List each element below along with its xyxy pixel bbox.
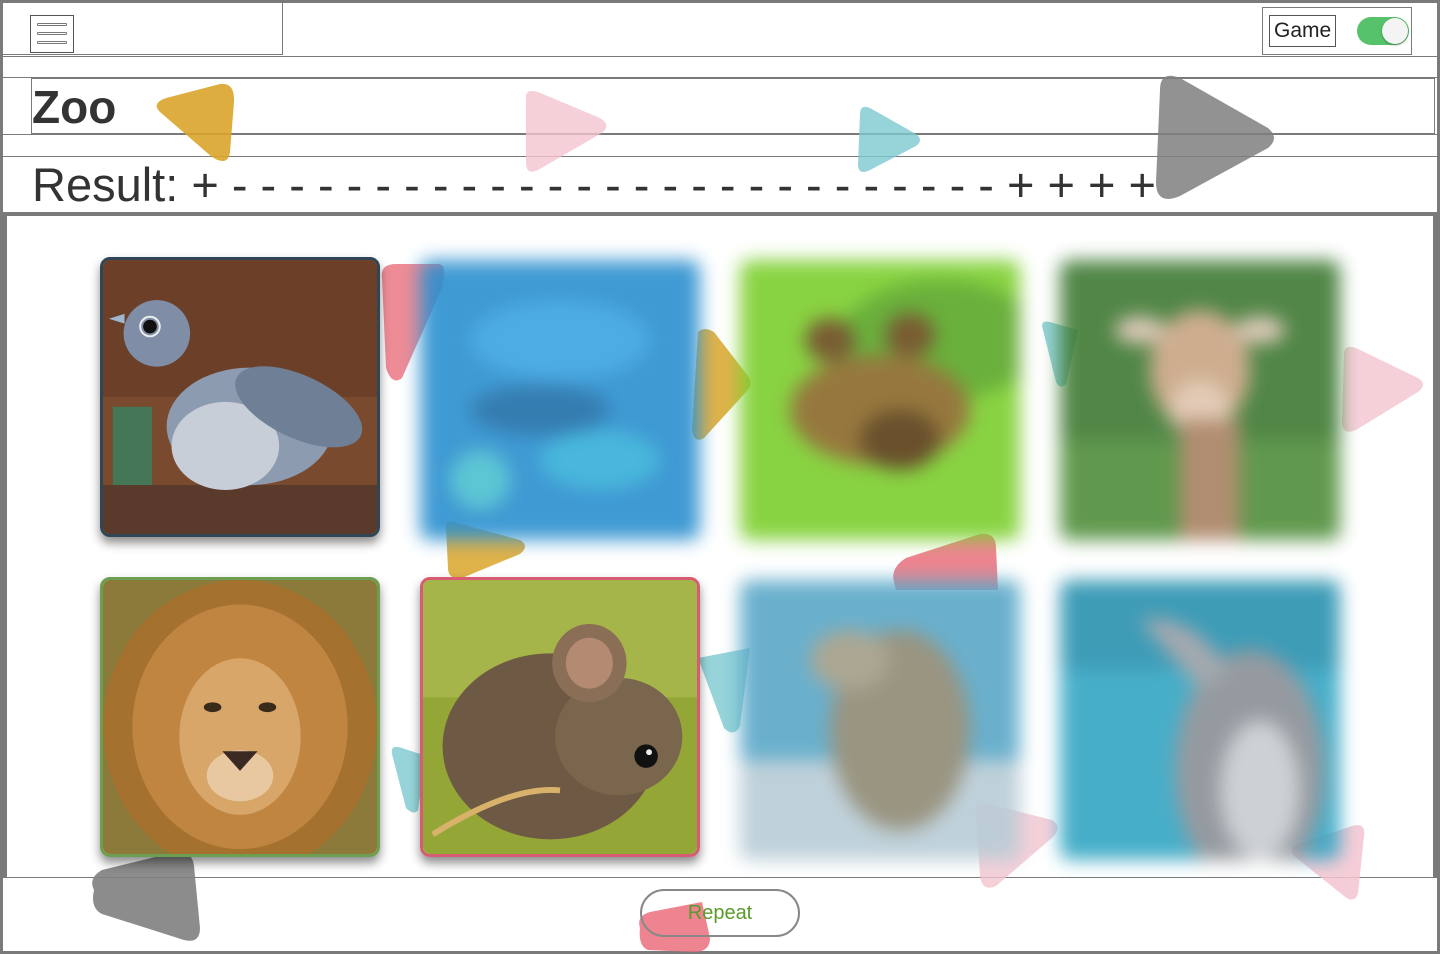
card-dolphin[interactable] <box>1060 580 1340 860</box>
decor-triangle <box>92 851 200 941</box>
top-bar: Game <box>3 3 1437 57</box>
dolphin-image <box>1060 580 1340 860</box>
game-mode-control: Game <box>1262 7 1412 55</box>
lion-image <box>103 580 377 854</box>
card-lion[interactable] <box>100 577 380 857</box>
hamburger-icon[interactable] <box>30 15 74 53</box>
crocodile-image <box>740 580 1020 860</box>
card-mouse[interactable] <box>420 577 700 857</box>
result-label: Result: <box>32 158 179 211</box>
bird-image <box>103 260 377 534</box>
card-frog[interactable] <box>740 260 1020 540</box>
decor-triangle <box>156 83 235 161</box>
card-giraffe[interactable] <box>1060 260 1340 540</box>
result-line: Result: + - - - - - - - - - - - - - - - … <box>32 158 1156 212</box>
decor-triangle <box>1342 346 1423 432</box>
game-label: Game <box>1269 15 1337 47</box>
giraffe-image <box>1060 260 1340 540</box>
game-toggle[interactable] <box>1357 17 1409 45</box>
mouse-image <box>423 580 697 854</box>
fish-image <box>420 260 700 540</box>
card-fish[interactable] <box>420 260 700 540</box>
frog-image <box>740 260 1020 540</box>
repeat-button[interactable]: Repeat <box>640 889 800 937</box>
result-value: + - - - - - - - - - - - - - - - - - - - … <box>191 158 1156 211</box>
card-crocodile[interactable] <box>740 580 1020 860</box>
decor-triangle <box>1156 75 1274 199</box>
card-bird[interactable] <box>100 257 380 537</box>
page-title: Zoo <box>32 81 117 133</box>
